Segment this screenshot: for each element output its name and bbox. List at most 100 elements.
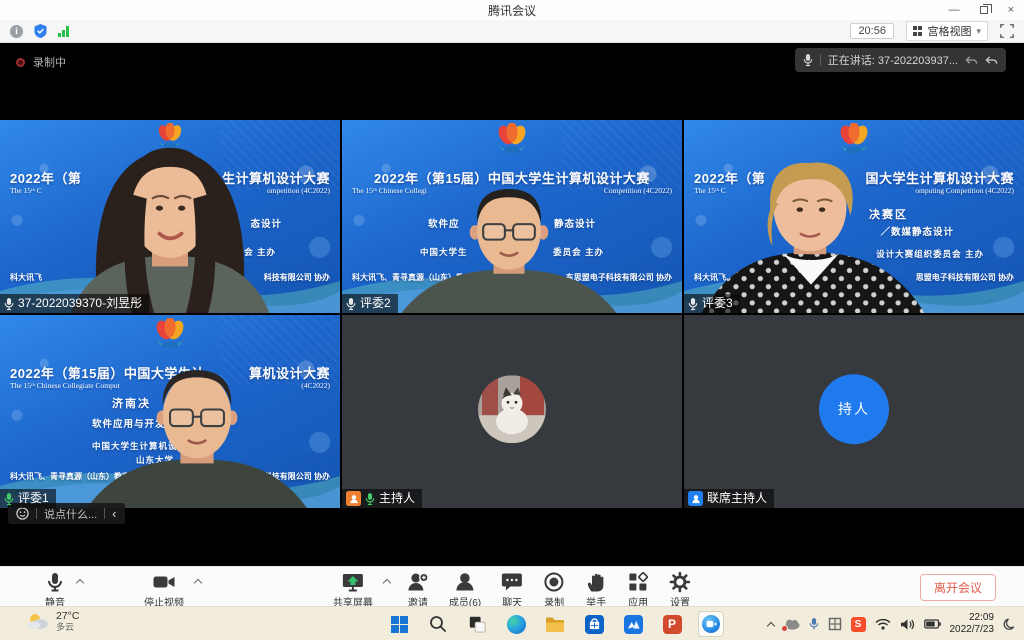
tray-date: 2022/7/23 <box>950 624 995 636</box>
record-icon <box>543 571 565 593</box>
task-view-button[interactable] <box>464 611 490 637</box>
participant-video-man <box>63 368 331 508</box>
restore-icon <box>980 6 988 14</box>
mic-speaking-icon <box>4 492 14 506</box>
participant-name: 评委2 <box>360 296 391 311</box>
mute-button[interactable]: 静音 <box>44 571 66 609</box>
video-tile-judge2[interactable]: 2022年（第15届）中国大学生计算机设计大赛 The 15ᵗʰ Chinese… <box>342 120 682 313</box>
layout-switch-button[interactable]: 宫格视图 ▾ <box>906 21 988 41</box>
meeting-timer: 20:56 <box>850 23 894 39</box>
video-grid: 2022年（第生计算机设计大赛 The 15ᵗʰ Competition (4C… <box>0 120 1024 508</box>
apps-button[interactable]: 应用 <box>627 571 649 609</box>
participant-name: 联席主持人 <box>707 491 767 506</box>
search-button[interactable] <box>425 611 451 637</box>
taskbar-weather-widget[interactable]: 27°C 多云 <box>26 610 79 632</box>
members-icon <box>454 571 476 593</box>
participant-name-tag: 联席主持人 <box>684 489 774 508</box>
ime-indicator-icon[interactable] <box>828 617 842 631</box>
meeting-info-icon[interactable]: i <box>10 25 23 38</box>
network-signal-icon[interactable] <box>58 26 69 37</box>
video-tile-judge1[interactable]: 2022年（第15届）中国大学生计算机设计大赛 The 15ᵗʰ Chinese… <box>0 315 340 508</box>
members-button[interactable]: 成员(6) <box>449 571 481 609</box>
minimize-button[interactable]: — <box>949 5 960 16</box>
start-button[interactable] <box>386 611 412 637</box>
tray-expand-chevron[interactable] <box>766 621 774 629</box>
file-explorer-button[interactable] <box>542 611 568 637</box>
participant-name: 主持人 <box>379 491 415 506</box>
meeting-actions: 共享屏幕 邀请 成员(6) <box>333 571 691 609</box>
night-light-moon-icon[interactable] <box>1003 618 1016 631</box>
close-button[interactable]: × <box>1008 5 1014 16</box>
participant-name-tag: 主持人 <box>342 489 422 508</box>
layout-switch-label: 宫格视图 <box>927 23 971 39</box>
competition-logo <box>150 318 190 354</box>
restore-view-icon[interactable] <box>965 55 978 66</box>
participant-name-tag: 37-2022039370-刘昱彤 <box>0 294 149 313</box>
sogou-input-icon[interactable]: S <box>851 617 866 632</box>
stop-video-button[interactable]: 停止视频 <box>144 571 184 609</box>
tencent-meeting-app-button[interactable] <box>698 611 724 637</box>
share-options-chevron[interactable] <box>383 579 391 587</box>
powerpoint-button[interactable]: P <box>659 611 685 637</box>
video-tile-host[interactable]: 主持人 <box>342 315 682 508</box>
status-icons: i <box>10 24 69 38</box>
cohost-badge-icon <box>688 491 703 506</box>
share-screen-icon <box>341 571 365 593</box>
microsoft-store-button[interactable] <box>581 611 607 637</box>
security-shield-icon[interactable] <box>34 24 47 38</box>
invite-button[interactable]: 邀请 <box>407 571 429 609</box>
system-tray: S 22:09 2022/7/23 <box>768 607 1017 640</box>
weather-desc: 多云 <box>56 622 79 632</box>
competition-logo <box>492 123 532 159</box>
share-screen-button[interactable]: 共享屏幕 <box>333 571 373 609</box>
camera-options-chevron[interactable] <box>194 579 202 587</box>
emoji-smiley-icon[interactable] <box>16 507 29 520</box>
error-badge-icon <box>781 625 788 632</box>
chat-bubble-icon <box>501 571 523 593</box>
video-tile-judge3[interactable]: 2022年（第国大学生计算机设计大赛 The 15ᵗʰ Computing Co… <box>684 120 1024 313</box>
tray-mic-icon[interactable] <box>809 617 819 631</box>
meeting-control-bar: 静音 停止视频 共享屏幕 <box>0 566 1024 606</box>
mic-icon <box>4 297 14 311</box>
chat-button[interactable]: 聊天 <box>501 571 523 609</box>
battery-icon[interactable] <box>924 619 941 629</box>
taskbar-apps: P <box>386 611 724 637</box>
mic-speaking-icon <box>365 492 375 506</box>
recording-indicator: 录制中 <box>16 54 66 70</box>
participant-name-tag: 评委3 <box>684 294 740 313</box>
gear-icon <box>669 571 691 593</box>
chevron-down-icon: ▾ <box>976 26 981 37</box>
folder-icon <box>545 616 565 633</box>
leave-meeting-button[interactable]: 离开会议 <box>920 574 996 601</box>
wifi-icon[interactable] <box>875 618 891 630</box>
host-avatar <box>478 375 546 443</box>
raise-hand-button[interactable]: 举手 <box>585 571 607 609</box>
video-tile-liuyutong[interactable]: 2022年（第生计算机设计大赛 The 15ᵗʰ Competition (4C… <box>0 120 340 313</box>
onedrive-status[interactable] <box>783 618 800 630</box>
restore-button[interactable] <box>980 6 988 14</box>
video-stage: 录制中 正在讲话: 37-202203937... <box>0 44 1024 566</box>
undo-arrow-icon[interactable] <box>985 55 998 66</box>
participant-name: 评委1 <box>18 491 49 506</box>
volume-icon[interactable] <box>900 618 915 631</box>
taskbar-clock[interactable]: 22:09 2022/7/23 <box>950 612 995 636</box>
cohost-avatar: 持人 <box>819 374 889 444</box>
avatar-initials: 持人 <box>838 399 870 419</box>
active-speaker-banner: 正在讲话: 37-202203937... <box>795 48 1006 72</box>
record-button[interactable]: 录制 <box>543 571 565 609</box>
tencent-meeting-icon <box>702 615 720 633</box>
chevron-left-icon[interactable]: ‹ <box>112 507 116 520</box>
title-bar: 腾讯会议 — × <box>0 0 1024 20</box>
settings-button[interactable]: 设置 <box>669 571 691 609</box>
participant-video-woman <box>684 161 946 313</box>
mic-options-chevron[interactable] <box>76 579 84 587</box>
powerpoint-icon: P <box>663 615 682 634</box>
mic-icon <box>688 297 698 311</box>
video-tile-cohost[interactable]: 持人 联席主持人 <box>684 315 1024 508</box>
edge-browser-button[interactable] <box>503 611 529 637</box>
microphone-icon <box>44 571 66 593</box>
banner-title: 2022年（第15届）中国大学生计算机设计大赛 <box>342 168 682 187</box>
fullscreen-icon[interactable] <box>1000 24 1014 38</box>
mountain-app-button[interactable] <box>620 611 646 637</box>
participant-name: 评委3 <box>702 296 733 311</box>
